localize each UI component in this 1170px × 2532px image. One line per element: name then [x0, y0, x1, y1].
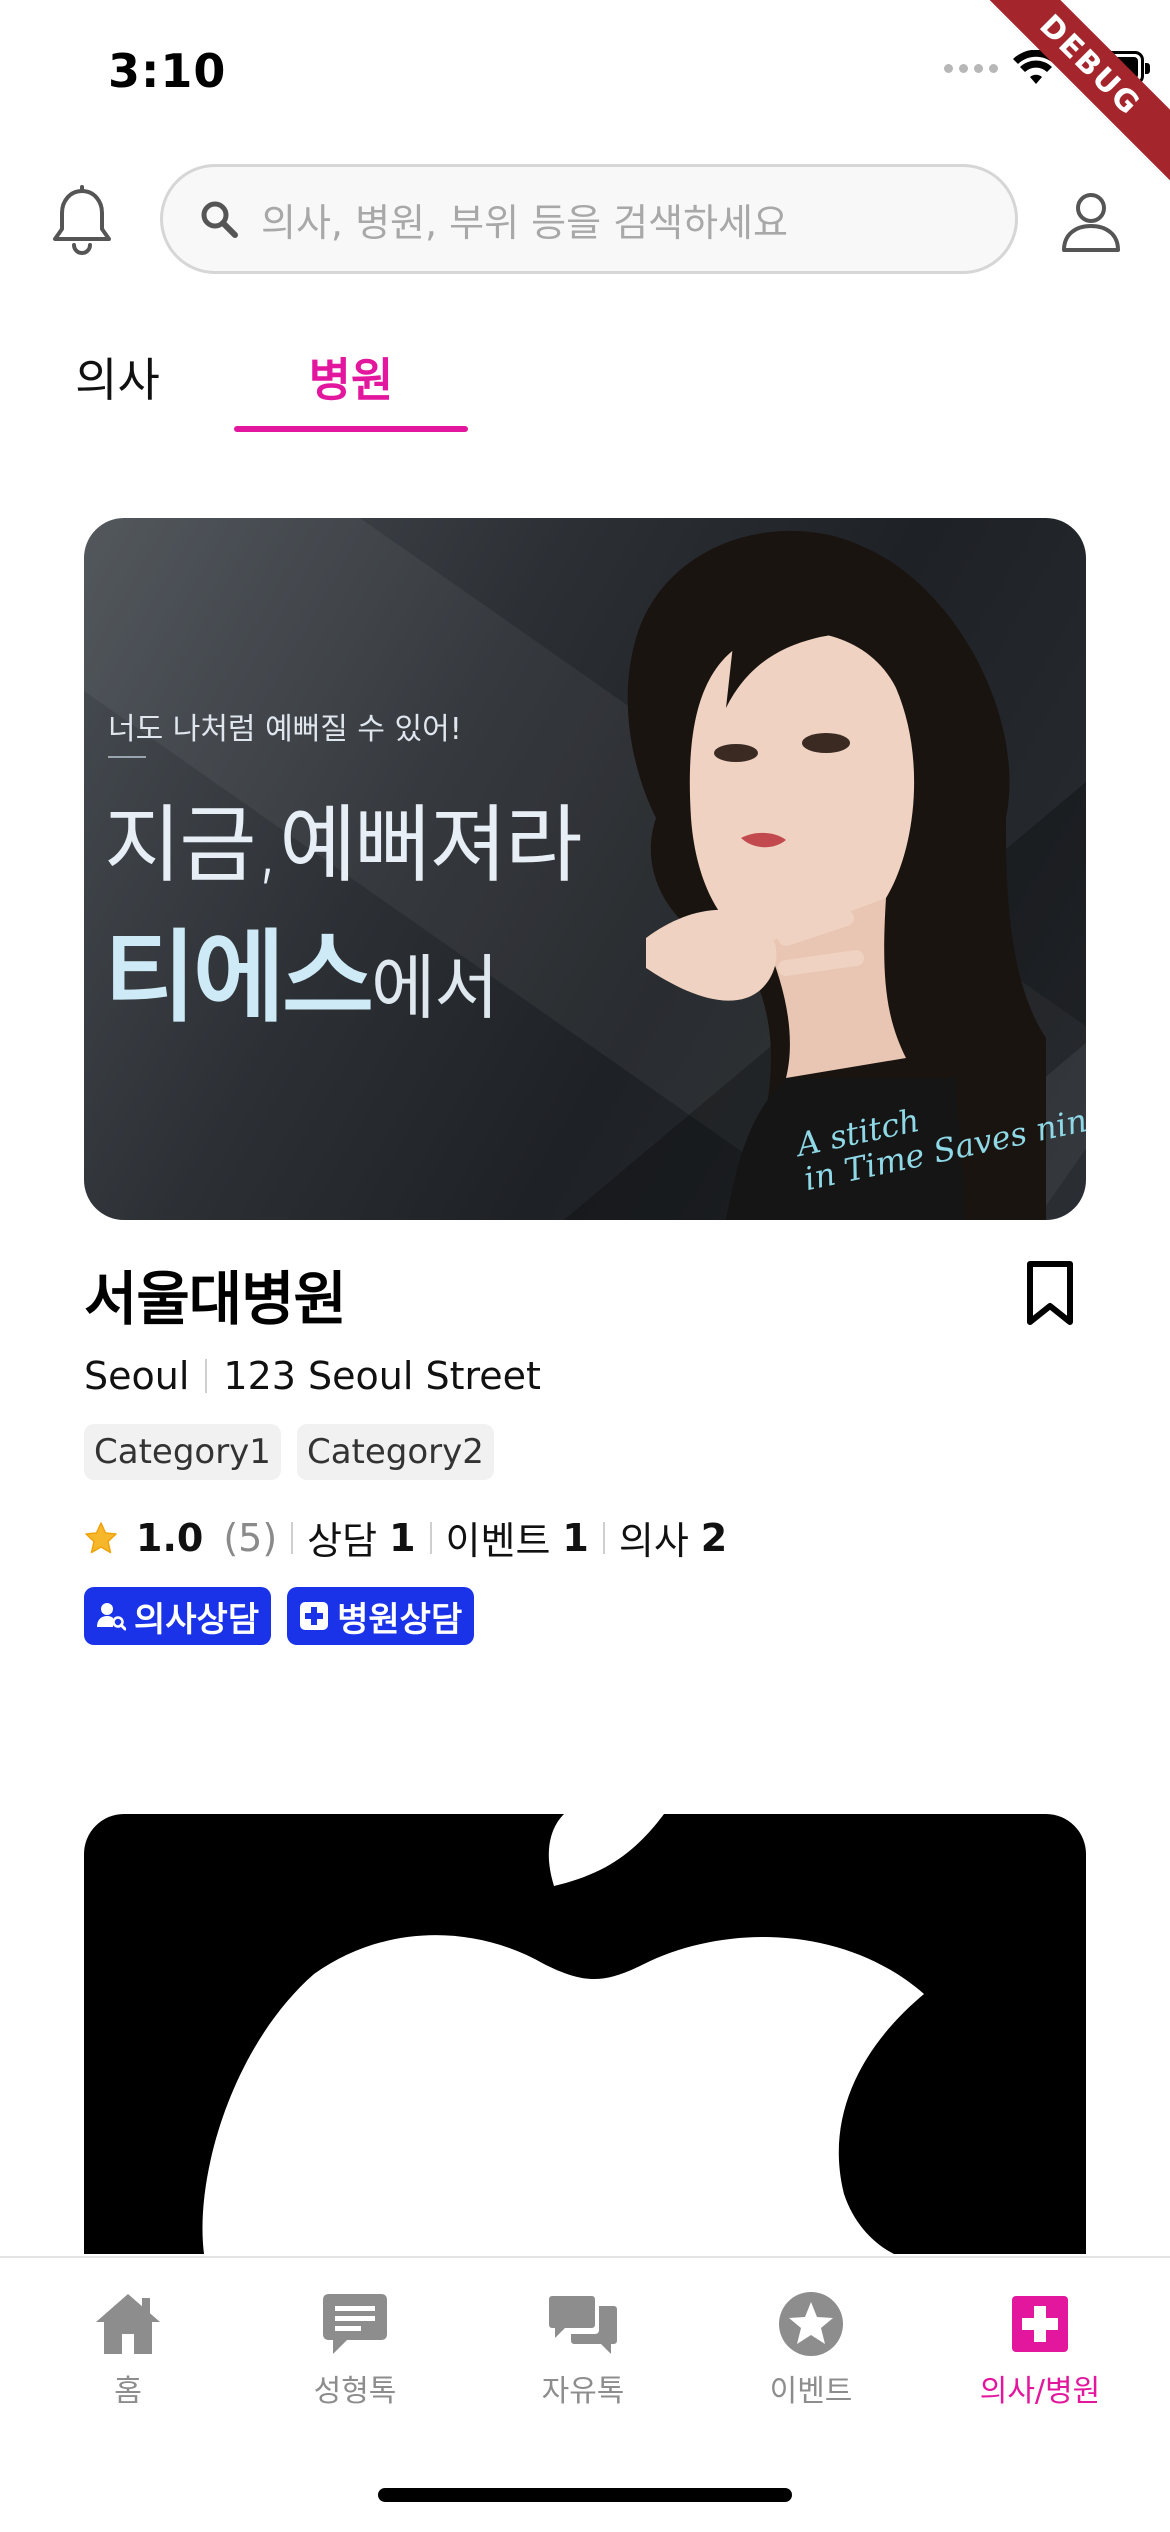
nav-surgery-talk[interactable]: 성형톡: [255, 2288, 455, 2410]
star-circle-icon: [779, 2292, 843, 2356]
banner-brand-suffix: 에서: [371, 947, 499, 1029]
notification-bell-icon[interactable]: [50, 185, 114, 255]
stat-value-doctor: 2: [700, 1515, 728, 1560]
hospital-street: 123 Seoul Street: [223, 1354, 541, 1398]
hospital-consult-button[interactable]: 병원상담: [287, 1587, 475, 1645]
hospital-address: Seoul 123 Seoul Street: [84, 1354, 1086, 1398]
doctor-search-icon: [97, 1603, 126, 1631]
nav-free-talk[interactable]: 자유톡: [483, 2288, 683, 2410]
status-bar: 3:10 DEBUG: [0, 0, 1170, 189]
status-time: 3:10: [108, 44, 227, 98]
stat-value-consult: 1: [389, 1515, 416, 1560]
category-chips: Category1 Category2: [84, 1424, 1086, 1480]
hospital-consult-label: 병원상담: [337, 1599, 463, 1640]
rating-value: 1.0: [136, 1515, 204, 1560]
category-chip: Category1: [84, 1424, 281, 1480]
nav-surgery-talk-label: 성형톡: [313, 2374, 397, 2409]
medical-cross-icon: [300, 1602, 329, 1630]
forum-icon: [549, 2296, 617, 2354]
nav-event-label: 이벤트: [769, 2374, 853, 2409]
banner-headline: 지금,예뻐져라: [104, 796, 582, 894]
stat-label-event: 이벤트: [445, 1519, 551, 1563]
hospital-stats: 1.0 (5) 상담 1 이벤트 1 의사 2: [84, 1510, 1086, 1565]
consult-buttons: 의사상담 병원상담: [84, 1587, 1086, 1645]
apple-logo-image: [202, 1814, 924, 2254]
medical-cross-icon: [1012, 2296, 1068, 2352]
stat-value-event: 1: [562, 1515, 589, 1560]
nav-doctor-hospital[interactable]: 의사/병원: [940, 2288, 1140, 2410]
review-count: (5): [223, 1515, 278, 1560]
nav-free-talk-label: 자유톡: [541, 2374, 625, 2409]
banner-tagline: 너도 나처럼 예뻐질 수 있어!: [108, 712, 462, 747]
hospital-name: 서울대병원: [84, 1265, 347, 1333]
tab-bar: 의사 병원: [0, 330, 1170, 440]
nav-event[interactable]: 이벤트: [711, 2288, 911, 2410]
search-input[interactable]: 의사, 병원, 부위 등을 검색하세요: [160, 164, 1018, 274]
profile-icon[interactable]: [1060, 190, 1122, 254]
tab-indicator: [234, 426, 468, 432]
hospital-banner-image[interactable]: 너도 나처럼 예뻐질 수 있어! 지금,예뻐져라 티에스에서 A stitch i…: [84, 518, 1086, 1220]
nav-doctor-hospital-label: 의사/병원: [979, 2374, 1101, 2409]
chat-bubble-icon: [323, 2294, 387, 2354]
nav-home-label: 홈: [114, 2374, 142, 2409]
tab-doctor[interactable]: 의사: [40, 330, 195, 434]
cellular-signal-icon: [944, 63, 998, 73]
bookmark-icon[interactable]: [1024, 1260, 1076, 1326]
hospital-banner-image-2[interactable]: [84, 1814, 1086, 2254]
search-icon: [201, 201, 238, 238]
home-icon: [96, 2294, 160, 2354]
hospital-city: Seoul: [84, 1354, 190, 1398]
hospital-card[interactable]: 너도 나처럼 예뻐질 수 있어! 지금,예뻐져라 티에스에서 A stitch i…: [84, 518, 1086, 1645]
nav-home[interactable]: 홈: [28, 2288, 228, 2410]
doctor-consult-button[interactable]: 의사상담: [84, 1587, 272, 1645]
stat-label-doctor: 의사: [618, 1519, 689, 1563]
tab-hospital[interactable]: 병원: [234, 330, 468, 434]
stat-label-consult: 상담: [307, 1519, 378, 1563]
banner-brand: 티에스에서: [104, 896, 499, 1041]
doctor-consult-label: 의사상담: [134, 1599, 260, 1640]
header: 의사, 병원, 부위 등을 검색하세요: [0, 160, 1170, 280]
home-indicator[interactable]: [378, 2488, 792, 2502]
search-placeholder: 의사, 병원, 부위 등을 검색하세요: [261, 200, 788, 245]
category-chip: Category2: [296, 1424, 494, 1480]
star-icon: [85, 1521, 117, 1553]
banner-brand-name: 티에스: [104, 919, 374, 1036]
